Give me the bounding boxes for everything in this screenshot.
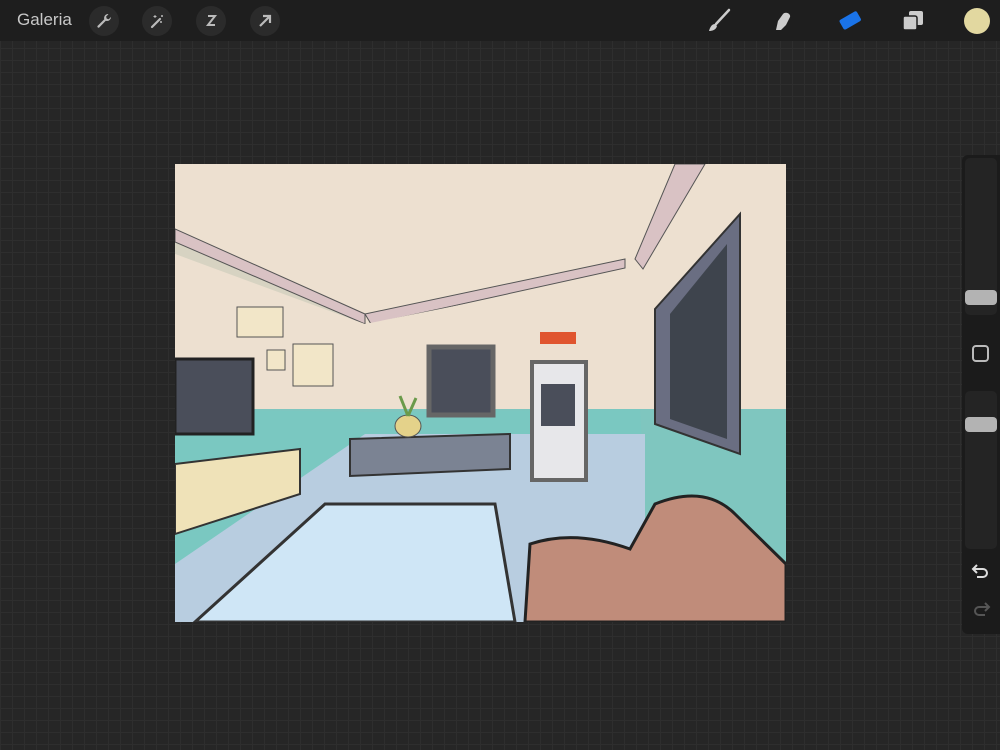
magic-wand-icon[interactable]: [142, 6, 172, 36]
undo-icon[interactable]: [970, 560, 992, 582]
redo-icon[interactable]: [970, 598, 992, 620]
wrench-icon[interactable]: [89, 6, 119, 36]
opacity-thumb[interactable]: [965, 417, 997, 432]
right-sidebar: [962, 155, 1000, 634]
brush-icon[interactable]: [703, 6, 733, 36]
eraser-icon[interactable]: [833, 6, 863, 36]
brush-size-thumb[interactable]: [965, 290, 997, 305]
color-swatch[interactable]: [964, 8, 990, 34]
room-illustration: [175, 164, 786, 622]
drawing-canvas[interactable]: [175, 164, 786, 622]
transform-arrow-icon[interactable]: [250, 6, 280, 36]
layers-icon[interactable]: [898, 6, 928, 36]
top-toolbar: Galeria: [0, 0, 1000, 41]
opacity-slider[interactable]: [965, 391, 997, 549]
modify-button[interactable]: [972, 345, 989, 362]
smudge-icon[interactable]: [768, 6, 798, 36]
brush-size-slider[interactable]: [965, 158, 997, 315]
selection-icon[interactable]: [196, 6, 226, 36]
gallery-button[interactable]: Galeria: [17, 10, 72, 30]
